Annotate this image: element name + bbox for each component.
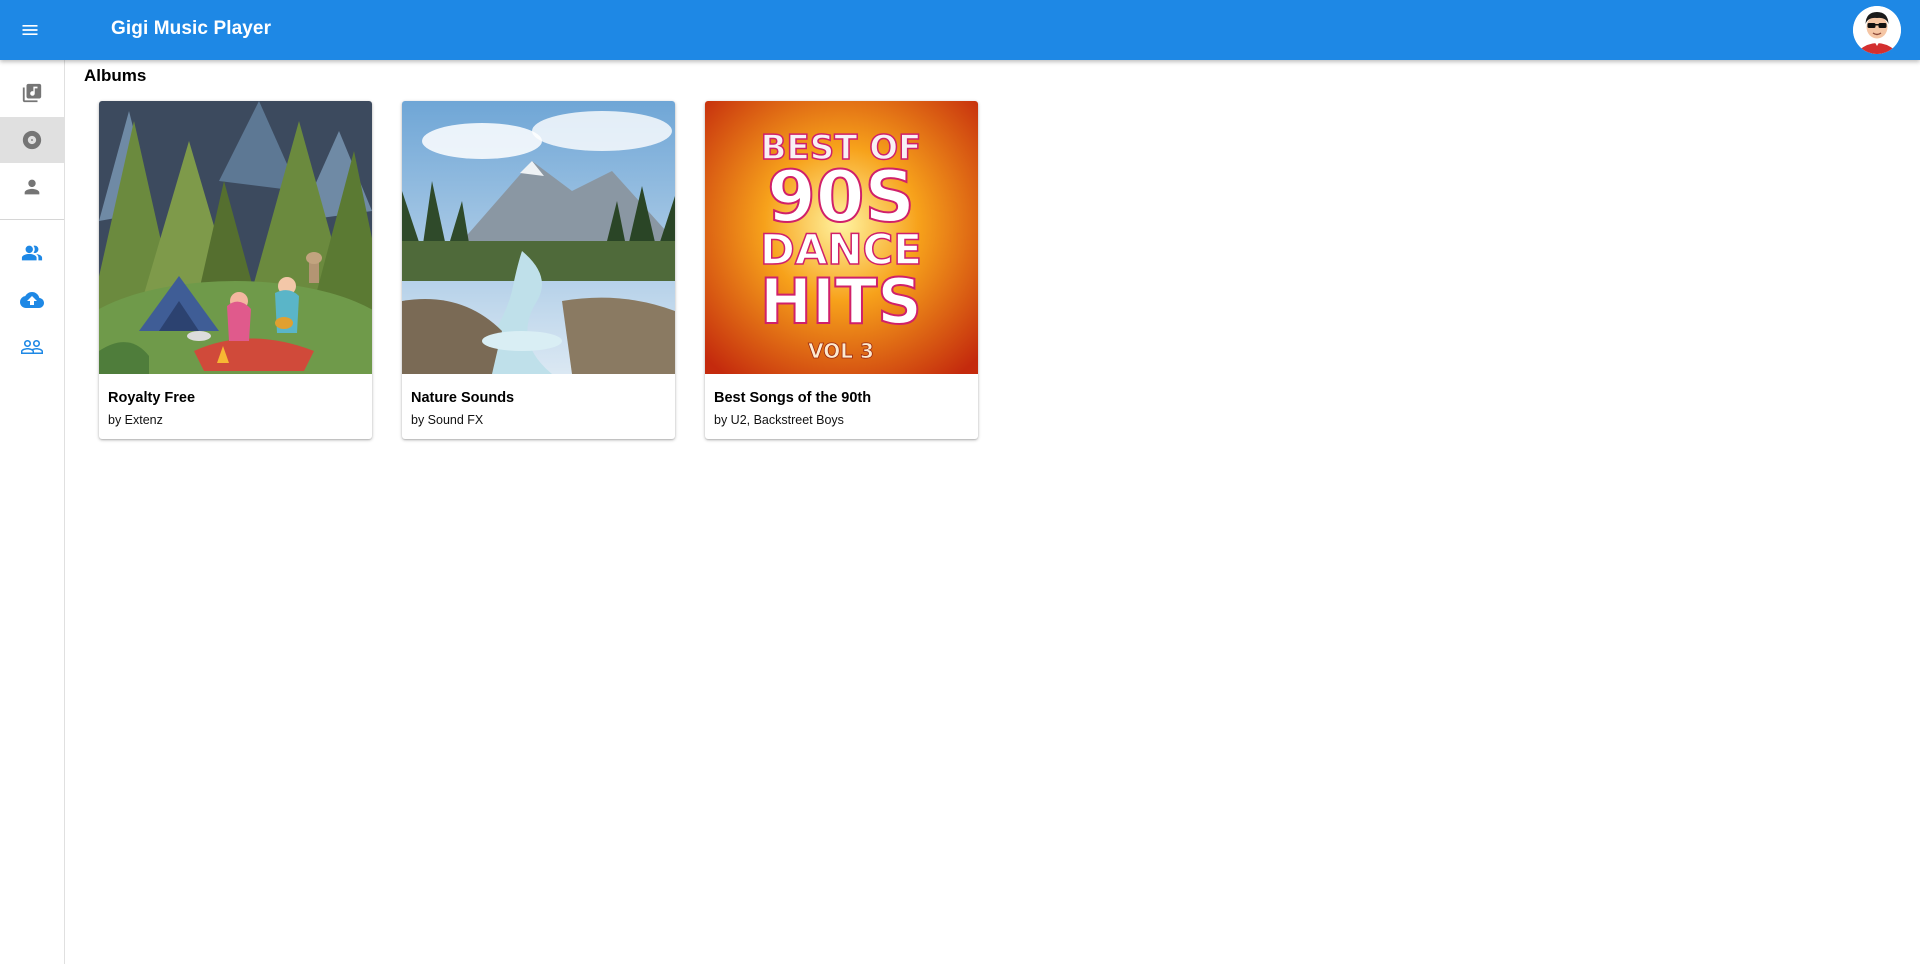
- cloud-upload-icon: [20, 292, 44, 308]
- album-card-royalty-free[interactable]: Royalty Free by Extenz: [99, 101, 372, 439]
- nav-community[interactable]: [0, 324, 64, 370]
- nav-upload[interactable]: [0, 277, 64, 323]
- album-cover-image: [99, 101, 372, 374]
- album-cover-image: [402, 101, 675, 374]
- album-icon: [22, 130, 42, 150]
- app-title: Gigi Music Player: [111, 18, 272, 39]
- person-icon: [24, 179, 40, 195]
- album-title: Best Songs of the 90th: [714, 390, 872, 406]
- user-avatar[interactable]: [1853, 6, 1901, 54]
- album-card-nature-sounds[interactable]: Nature Sounds by Sound FX: [402, 101, 675, 439]
- library-music-icon: [22, 83, 42, 103]
- nav-people[interactable]: [0, 230, 64, 276]
- album-artist: by U2, Backstreet Boys: [714, 413, 844, 427]
- album-card-best-songs-90th[interactable]: BEST OF 90S DANCE HITS VOL 3 Best Songs …: [705, 101, 978, 439]
- app-bar: Gigi Music Player: [0, 0, 1920, 60]
- album-artist: by Extenz: [108, 413, 163, 427]
- page-title: Albums: [84, 66, 147, 85]
- nav-artists[interactable]: [0, 164, 64, 210]
- nav-divider: [0, 219, 64, 220]
- avatar-icon: [1853, 6, 1901, 54]
- album-title: Royalty Free: [108, 390, 196, 406]
- album-title: Nature Sounds: [411, 390, 515, 406]
- people-outline-icon: [21, 340, 43, 354]
- nav-library[interactable]: [0, 70, 64, 116]
- album-cover-image: BEST OF 90S DANCE HITS VOL 3: [705, 101, 978, 374]
- svg-text:HITS: HITS: [760, 265, 922, 338]
- album-artist: by Sound FX: [411, 413, 484, 427]
- people-icon: [21, 245, 43, 261]
- nav-albums[interactable]: [0, 117, 64, 163]
- nav-sidebar: [0, 60, 65, 964]
- menu-button[interactable]: [10, 10, 50, 50]
- menu-icon: [22, 25, 38, 35]
- svg-text:VOL 3: VOL 3: [808, 339, 874, 363]
